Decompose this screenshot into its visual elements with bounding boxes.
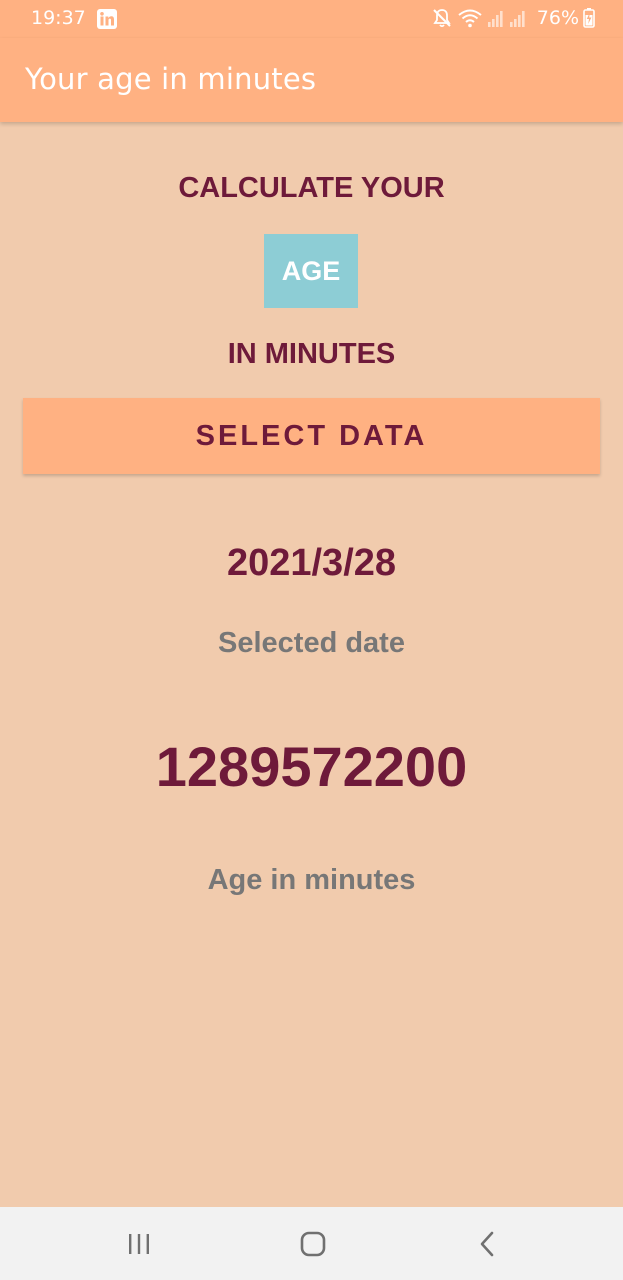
recent-apps-icon: [126, 1232, 152, 1256]
status-icons: 76%: [431, 7, 595, 29]
signal-icon: [487, 7, 529, 29]
recent-apps-button[interactable]: [99, 1207, 179, 1280]
status-bar: 19:37 76%: [0, 0, 623, 38]
heading-calculate-your: CALCULATE YOUR: [178, 172, 445, 204]
selected-date-label: Selected date: [218, 627, 405, 659]
app-title: Your age in minutes: [25, 62, 317, 96]
back-icon: [477, 1231, 497, 1257]
home-icon: [299, 1230, 327, 1258]
system-nav-bar: [0, 1207, 623, 1280]
wifi-icon: [457, 7, 483, 29]
battery-percentage: 76%: [536, 7, 579, 29]
status-time: 19:37: [31, 7, 86, 29]
age-in-minutes-value: 1289572200: [155, 735, 468, 798]
linkedin-icon: [97, 9, 117, 29]
selected-date-value: 2021/3/28: [226, 542, 397, 584]
back-button[interactable]: [447, 1207, 527, 1280]
home-button[interactable]: [273, 1207, 353, 1280]
age-in-minutes-label: Age in minutes: [207, 864, 416, 896]
app-bar: Your age in minutes: [0, 38, 623, 122]
mute-icon: [431, 7, 453, 29]
select-date-button[interactable]: SELECT DATA: [23, 398, 600, 474]
main-content: CALCULATE YOUR AGE IN MINUTES SELECT DAT…: [0, 122, 623, 1207]
battery-charging-icon: [583, 7, 595, 29]
age-label-box: AGE: [264, 234, 358, 308]
heading-in-minutes: IN MINUTES: [227, 338, 396, 370]
